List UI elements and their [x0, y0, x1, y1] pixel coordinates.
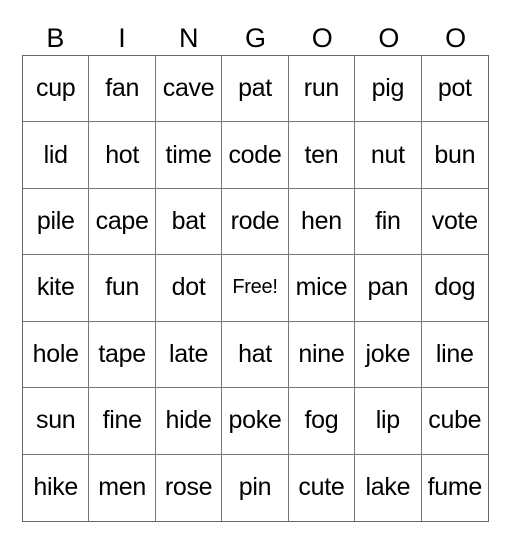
- bingo-cell: kite: [23, 255, 90, 322]
- bingo-cell: pin: [222, 454, 289, 521]
- bingo-cell: rose: [156, 454, 223, 521]
- free-space-cell: Free!: [222, 255, 289, 322]
- header-letter: O: [378, 23, 400, 53]
- bingo-cell: dog: [421, 255, 488, 322]
- bingo-cell: late: [155, 321, 223, 389]
- bingo-cell: line: [421, 322, 488, 389]
- bingo-cell: time: [155, 122, 223, 189]
- bingo-cell: vote: [421, 189, 488, 256]
- bingo-header: BINGOOO: [22, 22, 489, 54]
- bingo-cell: pot: [421, 56, 488, 123]
- bingo-cell: run: [288, 56, 356, 123]
- bingo-cell: nine: [288, 321, 356, 389]
- bingo-cell: pat: [222, 56, 289, 123]
- bingo-cell: hole: [23, 321, 90, 389]
- header-letter: N: [179, 23, 199, 53]
- bingo-cell: hen: [288, 188, 356, 256]
- bingo-cell: pig: [355, 56, 422, 123]
- bingo-cell: fog: [288, 388, 356, 455]
- bingo-cell: cup: [23, 56, 90, 123]
- bingo-cell: hike: [23, 454, 90, 521]
- bingo-cell: fin: [355, 188, 422, 256]
- bingo-grid: cup fan cave pat run pig pot lid hot time code ten n…: [22, 55, 489, 522]
- bingo-cell: hide: [155, 388, 223, 455]
- bingo-cell: bat: [155, 188, 223, 256]
- bingo-cell: fine: [89, 388, 156, 455]
- bingo-cell: men: [89, 454, 156, 521]
- bingo-cell: lid: [23, 122, 90, 189]
- bingo-cell: ten: [288, 122, 356, 189]
- bingo-cell: hot: [89, 122, 156, 189]
- bingo-cell: fun: [89, 255, 156, 322]
- bingo-cell: tape: [89, 321, 156, 389]
- header-letter: G: [244, 23, 266, 53]
- bingo-cell: joke: [355, 321, 422, 389]
- bingo-cell: cute: [289, 454, 356, 521]
- bingo-cell: nut: [355, 122, 422, 189]
- bingo-cell: fume: [427, 473, 483, 502]
- bingo-cell: bun: [421, 122, 488, 189]
- header-letter: I: [118, 23, 126, 53]
- bingo-cell: cave: [155, 56, 223, 123]
- bingo-cell: rode: [222, 188, 289, 256]
- bingo-cell: hat: [222, 321, 289, 389]
- bingo-cell: mice: [288, 255, 356, 322]
- bingo-cell: cube: [421, 388, 488, 455]
- bingo-cell: code: [222, 122, 289, 189]
- header-letter: O: [445, 23, 467, 53]
- header-letter: B: [46, 23, 65, 53]
- bingo-cell: fan: [89, 56, 156, 123]
- bingo-cell: lake: [355, 454, 422, 521]
- header-letter: O: [311, 23, 333, 53]
- bingo-cell: pile: [23, 188, 90, 256]
- bingo-cell: lip: [355, 388, 422, 455]
- bingo-cell: sun: [23, 388, 90, 455]
- bingo-cell: pan: [355, 255, 422, 322]
- bingo-cell: poke: [222, 388, 289, 455]
- bingo-cell: dot: [155, 255, 223, 322]
- bingo-cell: cape: [89, 188, 156, 256]
